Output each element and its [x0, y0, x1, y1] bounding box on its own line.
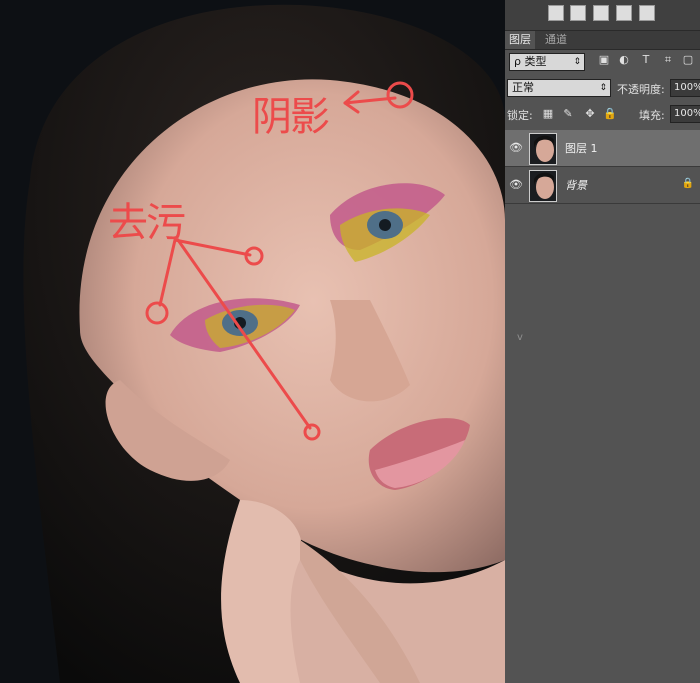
layers-panel: 图层 通道 ρ 类型 ▣ ◐ T ⌗ ▢ 正常 不透明度: 100% 锁定: ▦… [505, 0, 700, 683]
thumbnail-portrait-icon [530, 134, 556, 164]
blend-row: 正常 不透明度: 100% [505, 79, 700, 97]
lens-icon[interactable] [593, 5, 609, 21]
lock-label: 锁定: [507, 109, 533, 122]
image-filter-icon[interactable]: ▣ [597, 53, 611, 67]
tab-channels[interactable]: 通道 [541, 31, 571, 49]
opacity-field[interactable]: 100% [670, 79, 700, 97]
lock-all-icon[interactable]: 🔒 [603, 107, 617, 121]
panel-tabs: 图层 通道 [505, 31, 700, 50]
annotation-shadow-label: 阴影 [252, 94, 330, 140]
swap-icon[interactable] [548, 5, 564, 21]
gradient-icon[interactable] [570, 5, 586, 21]
lock-icon: 🔒 [681, 178, 694, 189]
photo-canvas[interactable]: 阴影 去污 [0, 0, 505, 683]
layer-thumbnail [529, 133, 557, 165]
type-filter-icon[interactable]: T [639, 53, 653, 67]
rect-icon[interactable] [639, 5, 655, 21]
layer-name: 背景 [565, 179, 587, 192]
panel-top-toolbar [505, 0, 700, 31]
blend-mode-select[interactable]: 正常 [507, 79, 611, 97]
annotation-clean-label: 去污 [108, 200, 186, 246]
tab-layers[interactable]: 图层 [505, 31, 535, 49]
layer-row-background[interactable]: 👁 背景 🔒 [505, 167, 700, 204]
lock-brush-icon[interactable]: ✎ [561, 107, 575, 121]
smart-filter-icon[interactable]: ▢ [681, 53, 695, 67]
layer-thumbnail [529, 170, 557, 202]
lock-transparent-icon[interactable]: ▦ [541, 107, 555, 121]
opacity-label: 不透明度: [617, 83, 665, 96]
thumbnail-portrait-icon [530, 171, 556, 201]
fill-field[interactable]: 100% [670, 105, 700, 123]
lock-move-icon[interactable]: ✥ [583, 107, 597, 121]
fill-label: 填充: [639, 109, 665, 122]
layer-row-layer1[interactable]: 👁 图层 1 [505, 130, 700, 167]
layer-name: 图层 1 [565, 142, 598, 155]
layer-kind-select[interactable]: ρ 类型 [509, 53, 585, 71]
cursor-mark: v [517, 332, 523, 343]
shape-filter-icon[interactable]: ⌗ [661, 53, 675, 67]
crop-icon[interactable] [616, 5, 632, 21]
visibility-eye-icon[interactable]: 👁 [509, 178, 523, 192]
visibility-eye-icon[interactable]: 👁 [509, 141, 523, 155]
lock-row: 锁定: ▦ ✎ ✥ 🔒 填充: 100% [505, 105, 700, 123]
filter-row: ρ 类型 ▣ ◐ T ⌗ ▢ [505, 53, 700, 71]
adjustment-filter-icon[interactable]: ◐ [617, 53, 631, 67]
